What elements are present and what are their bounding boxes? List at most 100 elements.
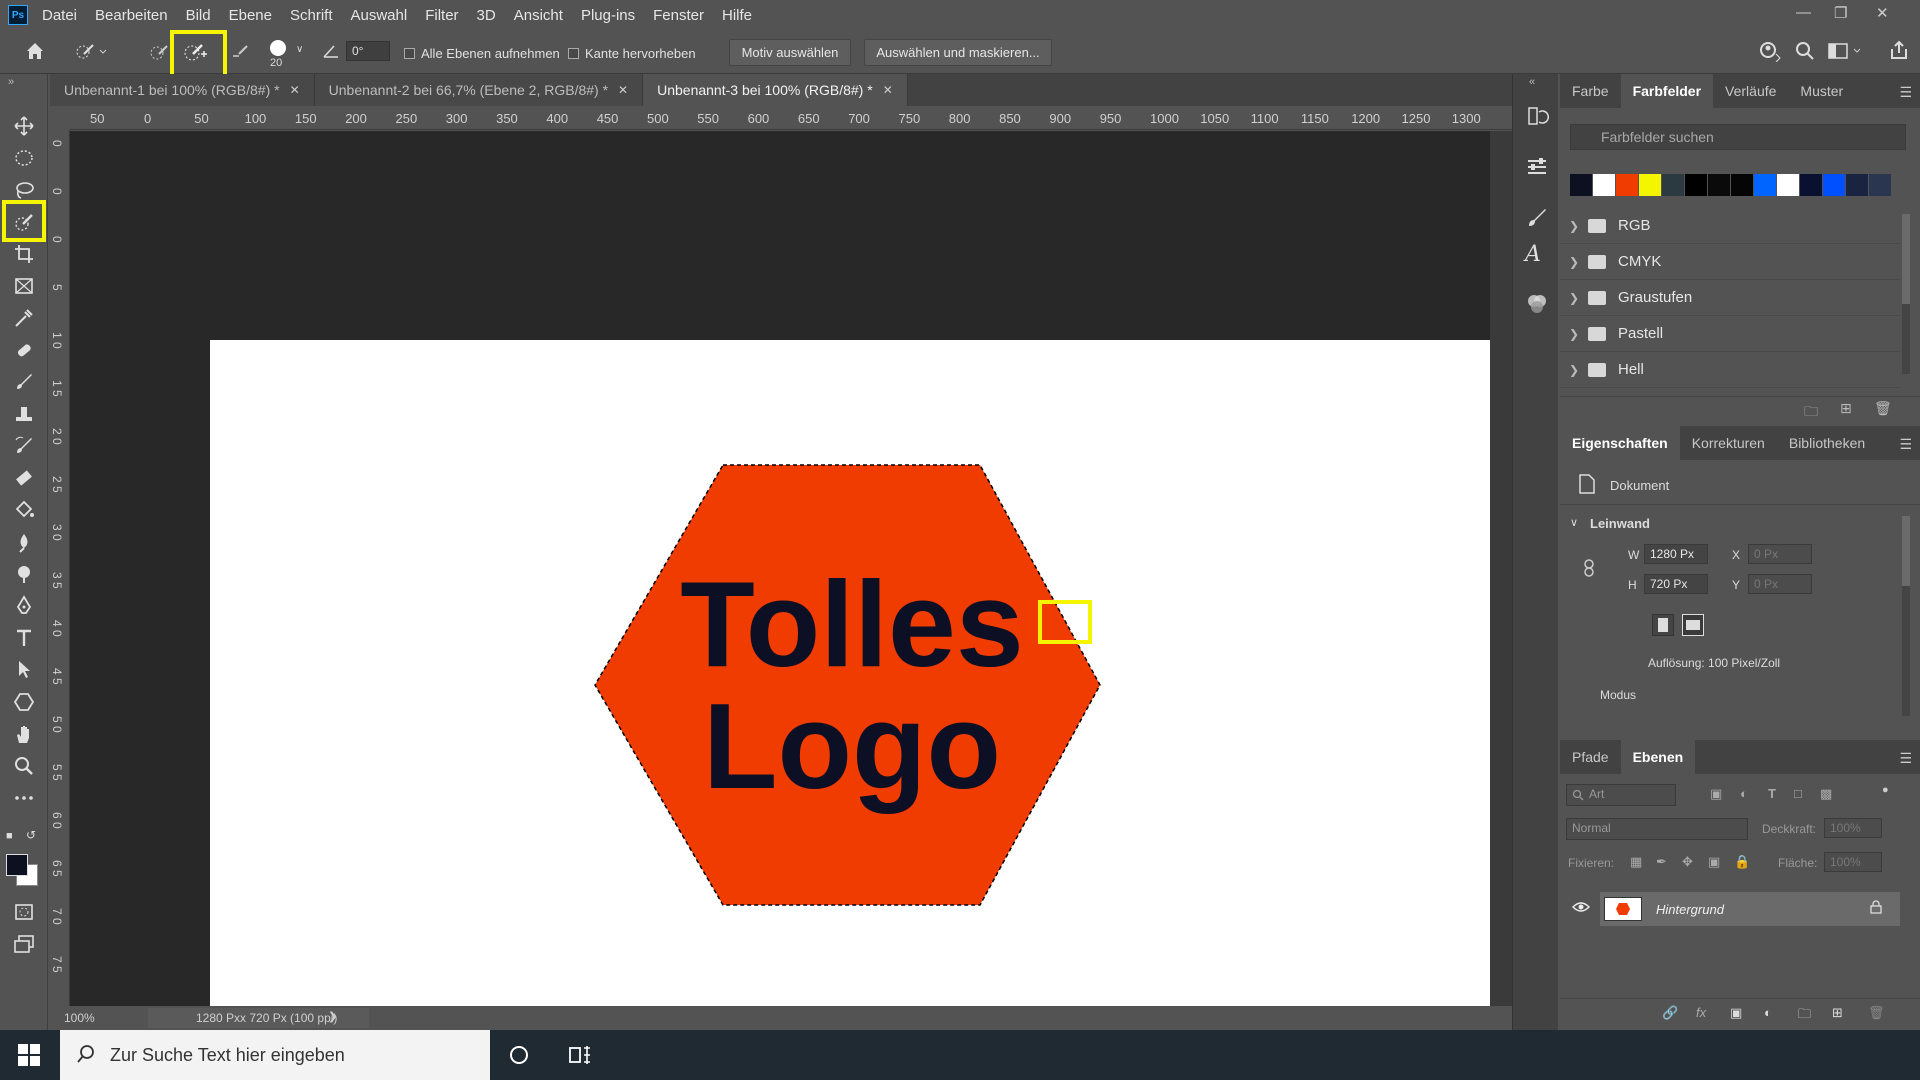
delete-icon[interactable]: 🗑 — [1874, 400, 1892, 417]
width-input[interactable]: 1280 Px — [1644, 544, 1708, 564]
subtract-from-selection-icon[interactable] — [230, 42, 252, 65]
foreground-color-swatch[interactable] — [6, 854, 28, 876]
menu-3d[interactable]: 3D — [477, 7, 496, 24]
tab-verlaeufe[interactable]: Verläufe — [1713, 74, 1788, 108]
new-layer-icon[interactable]: ⊞ — [1832, 1005, 1843, 1021]
move-tool-icon[interactable] — [10, 112, 38, 140]
tab-muster[interactable]: Muster — [1788, 74, 1855, 108]
filter-pixel-icon[interactable]: ▣ — [1710, 786, 1722, 802]
new-selection-icon[interactable] — [148, 42, 170, 65]
color-swatch[interactable] — [1570, 174, 1592, 196]
collapse-strip-icon[interactable]: « — [1529, 76, 1535, 88]
adjustments-panel-icon[interactable] — [1525, 154, 1549, 178]
select-subject-button[interactable]: Motiv auswählen — [729, 39, 851, 66]
shape-tool-icon[interactable] — [10, 688, 38, 716]
libraries-panel-icon[interactable] — [1525, 292, 1549, 316]
chevron-down-icon[interactable]: ∨ — [1570, 516, 1578, 529]
new-group-icon[interactable]: 🗀 — [1804, 401, 1818, 425]
restore-icon[interactable]: ❐ — [1834, 4, 1847, 22]
search-icon[interactable] — [1794, 40, 1816, 65]
swatch-folder-hell[interactable]: ❯ Hell — [1560, 352, 1900, 388]
zoom-level[interactable]: 100% — [64, 1011, 95, 1025]
landscape-orientation-icon[interactable] — [1682, 614, 1704, 636]
color-swatch[interactable] — [1593, 174, 1615, 196]
eye-visibility-icon[interactable] — [1572, 900, 1590, 916]
color-swatch[interactable] — [1685, 174, 1707, 196]
horizontal-ruler[interactable]: 50 0 50 100 150 200 250 300 350 400 450 500 550 600 65… — [70, 106, 1512, 130]
task-view-icon[interactable] — [568, 1044, 592, 1069]
layer-name[interactable]: Hintergrund — [1656, 902, 1724, 917]
vertical-ruler[interactable]: 0 0 0 5 1 0 1 5 2 0 2 5 3 0 3 5 4 0 4 5 5 0 5 5 6 0 6 5… — [50, 130, 70, 1006]
swatches-search-input[interactable]: Farbfelder suchen — [1570, 124, 1906, 150]
menu-schrift[interactable]: Schrift — [290, 7, 333, 24]
hand-tool-icon[interactable] — [10, 720, 38, 748]
link-layers-icon[interactable]: 🔗 — [1662, 1005, 1678, 1021]
default-colors-icon[interactable]: ■ — [6, 830, 13, 842]
menu-plugins[interactable]: Plug-ins — [581, 7, 635, 24]
scroll-thumb[interactable] — [1902, 214, 1910, 304]
select-and-mask-button[interactable]: Auswählen und maskieren... — [864, 39, 1052, 66]
filter-type-icon[interactable]: T — [1768, 786, 1776, 801]
menu-filter[interactable]: Filter — [425, 7, 458, 24]
swatch-folder-pastell[interactable]: ❯ Pastell — [1560, 316, 1900, 352]
tab-unbenannt-3[interactable]: Unbenannt-3 bei 100% (RGB/8#) * ✕ — [643, 74, 908, 106]
swatches-scrollbar[interactable] — [1902, 214, 1910, 374]
quick-mask-icon[interactable] — [10, 898, 38, 926]
healing-brush-tool-icon[interactable] — [10, 336, 38, 364]
tab-korrekturen[interactable]: Korrekturen — [1680, 426, 1777, 460]
color-swatch[interactable] — [1823, 174, 1845, 196]
color-swatch[interactable] — [1869, 174, 1891, 196]
close-window-icon[interactable]: ✕ — [1876, 4, 1889, 22]
document-canvas[interactable]: Tolles Logo — [210, 340, 1490, 1060]
panel-menu-icon[interactable]: ☰ — [1899, 750, 1912, 767]
enhance-edge-checkbox[interactable]: Kante hervorheben — [568, 46, 696, 61]
filter-adjustment-icon[interactable]: ◐ — [1740, 786, 1748, 801]
zoom-tool-icon[interactable] — [10, 752, 38, 780]
lock-position-icon[interactable]: ✥ — [1682, 854, 1693, 870]
y-input[interactable]: 0 Px — [1748, 574, 1812, 594]
brush-tool-icon[interactable] — [10, 368, 38, 396]
new-swatch-icon[interactable]: ⊞ — [1840, 400, 1852, 417]
lock-all-icon[interactable]: 🔒 — [1734, 854, 1750, 870]
lock-artboard-icon[interactable]: ▣ — [1708, 854, 1720, 870]
swatch-folder-rgb[interactable]: ❯ RGB — [1560, 208, 1900, 244]
swatch-folder-cmyk[interactable]: ❯ CMYK — [1560, 244, 1900, 280]
taskbar-search-input[interactable]: Zur Suche Text hier eingeben — [60, 1030, 490, 1080]
brush-dropdown-icon[interactable]: ∨ — [296, 44, 303, 55]
path-selection-tool-icon[interactable] — [10, 656, 38, 684]
color-swatch[interactable] — [1639, 174, 1661, 196]
filter-toggle-icon[interactable]: ● — [1882, 784, 1889, 796]
adjustment-layer-icon[interactable]: ◐ — [1764, 1005, 1772, 1020]
status-chevron-icon[interactable]: ❯ — [328, 1010, 337, 1023]
new-group-icon[interactable]: 🗀 — [1798, 1005, 1811, 1027]
add-mask-icon[interactable]: ▣ — [1730, 1005, 1742, 1021]
frame-tool-icon[interactable] — [10, 272, 38, 300]
cortana-icon[interactable] — [508, 1044, 530, 1069]
layer-row-hintergrund[interactable]: Hintergrund — [1600, 892, 1900, 926]
screen-mode-icon[interactable] — [10, 930, 38, 958]
filter-shape-icon[interactable]: □ — [1794, 786, 1802, 801]
character-panel-icon[interactable]: A — [1525, 242, 1549, 267]
tab-unbenannt-1[interactable]: Unbenannt-1 bei 100% (RGB/8#) * ✕ — [50, 74, 315, 106]
angle-input[interactable]: 0° — [346, 41, 390, 61]
opacity-input[interactable]: 100% — [1824, 818, 1882, 838]
quick-selection-preset-icon[interactable] — [74, 41, 108, 64]
paint-bucket-tool-icon[interactable] — [10, 496, 38, 524]
tab-ebenen[interactable]: Ebenen — [1620, 740, 1696, 774]
menu-bild[interactable]: Bild — [186, 7, 211, 24]
crop-tool-icon[interactable] — [10, 240, 38, 268]
color-swatch[interactable] — [1662, 174, 1684, 196]
home-icon[interactable] — [24, 40, 46, 65]
brush-settings-panel-icon[interactable] — [1525, 206, 1549, 230]
layer-lock-icon[interactable] — [1870, 900, 1882, 917]
menu-fenster[interactable]: Fenster — [653, 7, 704, 24]
link-icon[interactable] — [1582, 558, 1596, 581]
share-icon[interactable] — [1888, 39, 1910, 64]
delete-layer-icon[interactable]: 🗑 — [1868, 1005, 1885, 1021]
menu-datei[interactable]: Datei — [42, 7, 77, 24]
tab-farbfelder[interactable]: Farbfelder — [1620, 74, 1714, 108]
menu-bearbeiten[interactable]: Bearbeiten — [95, 7, 168, 24]
properties-scrollbar[interactable] — [1902, 516, 1910, 716]
close-tab-icon[interactable]: ✕ — [883, 83, 893, 97]
close-tab-icon[interactable]: ✕ — [290, 83, 300, 97]
